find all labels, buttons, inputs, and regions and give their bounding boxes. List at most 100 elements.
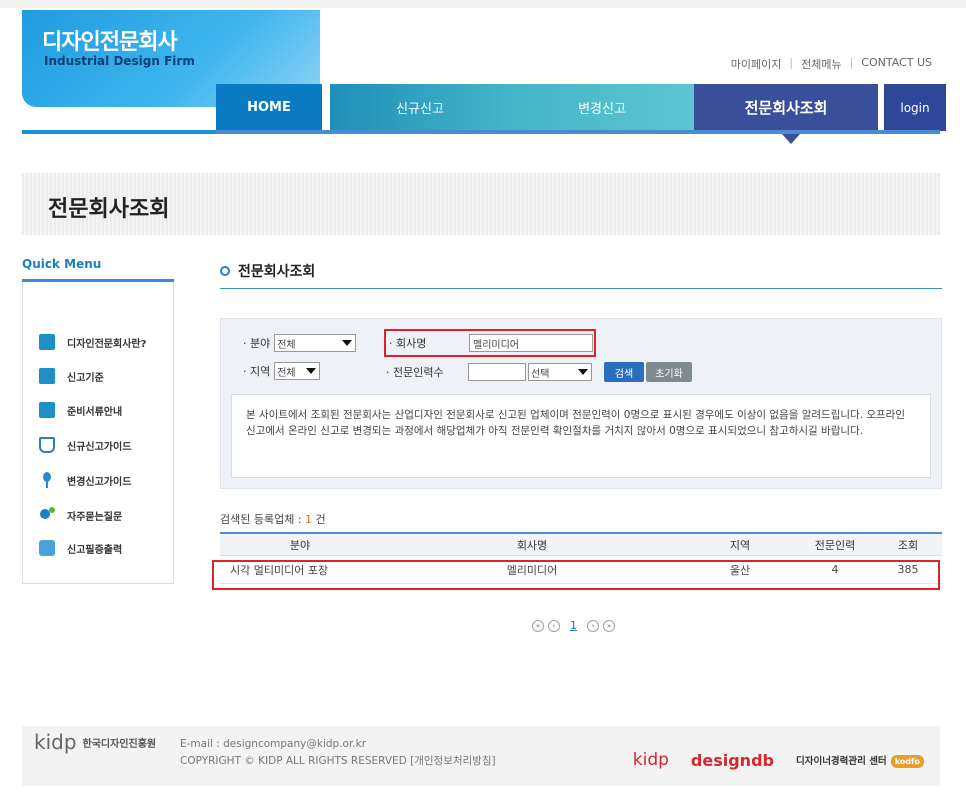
logo-english: Industrial Design Firm: [44, 54, 195, 68]
footer-copyright: COPYRIGHT © KIDP ALL RIGHTS RESERVED [개인…: [180, 755, 496, 767]
login-button[interactable]: login: [884, 84, 946, 131]
divider: |: [789, 56, 794, 69]
quick-item-faq[interactable]: 자주묻는질문: [39, 507, 122, 523]
circle-bullet-icon: [220, 266, 230, 276]
quick-item-documents[interactable]: 준비서류안내: [39, 402, 122, 418]
staff-select-value: 선택: [531, 368, 550, 380]
utility-links: 마이페이지 | 전체메뉴 | CONTACT US: [731, 56, 932, 72]
career-center-label: 디자이너경력관리 센터: [795, 756, 887, 767]
footer: kidp 한국디자인진흥원 E-mail : designcompany@kid…: [22, 726, 940, 786]
nav-home[interactable]: HOME: [216, 84, 322, 131]
section-divider: [220, 288, 942, 289]
document-icon: [39, 368, 55, 384]
highlight-company-input: [384, 329, 596, 357]
quick-item-new-guide[interactable]: 신규신고가이드: [39, 437, 131, 453]
search-panel: · 분야 전체 · 회사명 멜리미디어 · 지역 전체 · 전문인력수 선택 검…: [220, 318, 942, 489]
highlight-result-row: [212, 560, 940, 590]
footer-email: E-mail : designcompany@kidp.or.kr: [180, 738, 367, 750]
chevron-down-icon: [306, 368, 317, 374]
field-label: · 분야: [243, 337, 271, 350]
quick-item-label: 준비서류안내: [67, 406, 123, 418]
reset-button[interactable]: 초기화: [646, 362, 692, 382]
header-views: 조회: [897, 538, 919, 552]
result-number: 1: [305, 513, 313, 526]
next-page-icon[interactable]: ›: [587, 619, 599, 632]
main-content: 전문회사조회 · 분야 전체 · 회사명 멜리미디어 · 지역 전체 · 전문인…: [212, 257, 942, 632]
chevron-down-icon: [342, 340, 353, 346]
field-select[interactable]: 전체: [274, 334, 357, 352]
notice-text: 본 사이트에서 조회된 전문회사는 산업디자인 전문회사로 신고된 업체이며 전…: [231, 394, 931, 478]
region-row: · 지역 전체: [243, 362, 321, 380]
people-icon: [39, 507, 55, 523]
search-button[interactable]: 검색: [604, 362, 644, 382]
first-page-icon[interactable]: «: [532, 619, 544, 632]
quick-menu: Quick Menu 디자인전문회사란? 신고기준 준비서류안내 신규신고가이드…: [22, 257, 174, 584]
section-header: 전문회사조회: [220, 257, 942, 281]
field-row: · 분야 전체: [243, 334, 357, 352]
kidp-logo: kidp: [34, 730, 77, 754]
career-center-link[interactable]: 디자이너경력관리 센터 kodfo: [795, 753, 924, 768]
quick-item-label: 디자인전문회사란?: [67, 338, 147, 350]
main-nav: HOME 신규신고 변경신고 전문회사조회 login: [216, 84, 946, 131]
kodfo-badge: kodfo: [890, 755, 924, 768]
mypage-link[interactable]: 마이페이지: [731, 56, 782, 72]
header-field: 분야: [289, 538, 311, 552]
quick-menu-title: Quick Menu: [22, 257, 102, 271]
result-count: 검색된 등록업체 : 1 건: [220, 511, 326, 527]
header-region: 지역: [729, 538, 751, 552]
region-label: · 지역: [243, 365, 271, 378]
staff-label: · 전문인력수: [386, 366, 444, 379]
staff-condition-select[interactable]: 선택: [528, 363, 592, 381]
building-icon: [39, 334, 55, 350]
result-suffix: 건: [312, 513, 326, 526]
quick-item-label: 신규신고가이드: [67, 441, 132, 453]
quick-item-label: 변경신고가이드: [67, 476, 132, 488]
region-select-value: 전체: [277, 367, 296, 379]
footer-logo: kidp 한국디자인진흥원: [34, 730, 156, 754]
staff-count-input[interactable]: [468, 363, 526, 381]
contact-us-link[interactable]: CONTACT US: [861, 56, 932, 72]
quick-item-label: 신고기준: [67, 372, 104, 384]
table-header: 분야 회사명 지역 전문인력 조회: [220, 532, 942, 556]
nav-new-report[interactable]: 신규신고: [330, 84, 510, 131]
pin-icon: [39, 472, 55, 488]
chevron-down-icon: [578, 369, 588, 375]
quick-item-design-company[interactable]: 디자인전문회사란?: [39, 334, 146, 350]
active-nav-indicator-icon: [782, 134, 800, 144]
page-title-band: 전문회사조회: [22, 173, 940, 235]
nav-company-search[interactable]: 전문회사조회: [694, 84, 878, 131]
nav-underline-left: [22, 130, 216, 134]
kidp-logo-link[interactable]: kidp: [633, 750, 669, 770]
book-icon: [39, 437, 55, 453]
all-menu-link[interactable]: 전체메뉴: [801, 56, 841, 72]
result-prefix: 검색된 등록업체 :: [220, 513, 306, 526]
quick-item-change-guide[interactable]: 변경신고가이드: [39, 472, 131, 488]
footer-info: E-mail : designcompany@kidp.or.kr COPYRI…: [180, 736, 496, 770]
header-staff: 전문인력: [814, 538, 856, 552]
divider: |: [849, 56, 854, 69]
staff-row: · 전문인력수 선택 검색 초기화: [386, 362, 692, 382]
designdb-logo-link[interactable]: designdb: [691, 751, 774, 770]
page-number[interactable]: 1: [570, 619, 577, 632]
org-name: 한국디자인진흥원: [82, 738, 157, 750]
paper-icon: [39, 402, 55, 418]
quick-item-report-criteria[interactable]: 신고기준: [39, 368, 104, 384]
quick-menu-box: 디자인전문회사란? 신고기준 준비서류안내 신규신고가이드 변경신고가이드 자주…: [22, 282, 174, 584]
stack-icon: [39, 540, 55, 556]
nav-change-report[interactable]: 변경신고: [510, 84, 694, 131]
last-page-icon[interactable]: »: [603, 619, 615, 632]
pagination: « ‹ 1 › »: [532, 619, 615, 632]
prev-page-icon[interactable]: ‹: [548, 619, 560, 632]
quick-item-certificate[interactable]: 신고필증출력: [39, 540, 122, 556]
logo-korean: 디자인전문회사: [42, 30, 178, 55]
top-strip: [0, 0, 966, 8]
nav-spacer: [322, 84, 330, 131]
region-select[interactable]: 전체: [274, 362, 321, 380]
page-title: 전문회사조회: [48, 197, 170, 222]
header-company: 회사명: [516, 538, 548, 552]
quick-item-label: 자주묻는질문: [67, 511, 123, 523]
quick-item-label: 신고필증출력: [67, 544, 123, 556]
section-title: 전문회사조회: [238, 264, 316, 280]
field-select-value: 전체: [277, 339, 296, 351]
footer-partner-logos: kidp designdb 디자이너경력관리 센터 kodfo: [633, 750, 924, 770]
